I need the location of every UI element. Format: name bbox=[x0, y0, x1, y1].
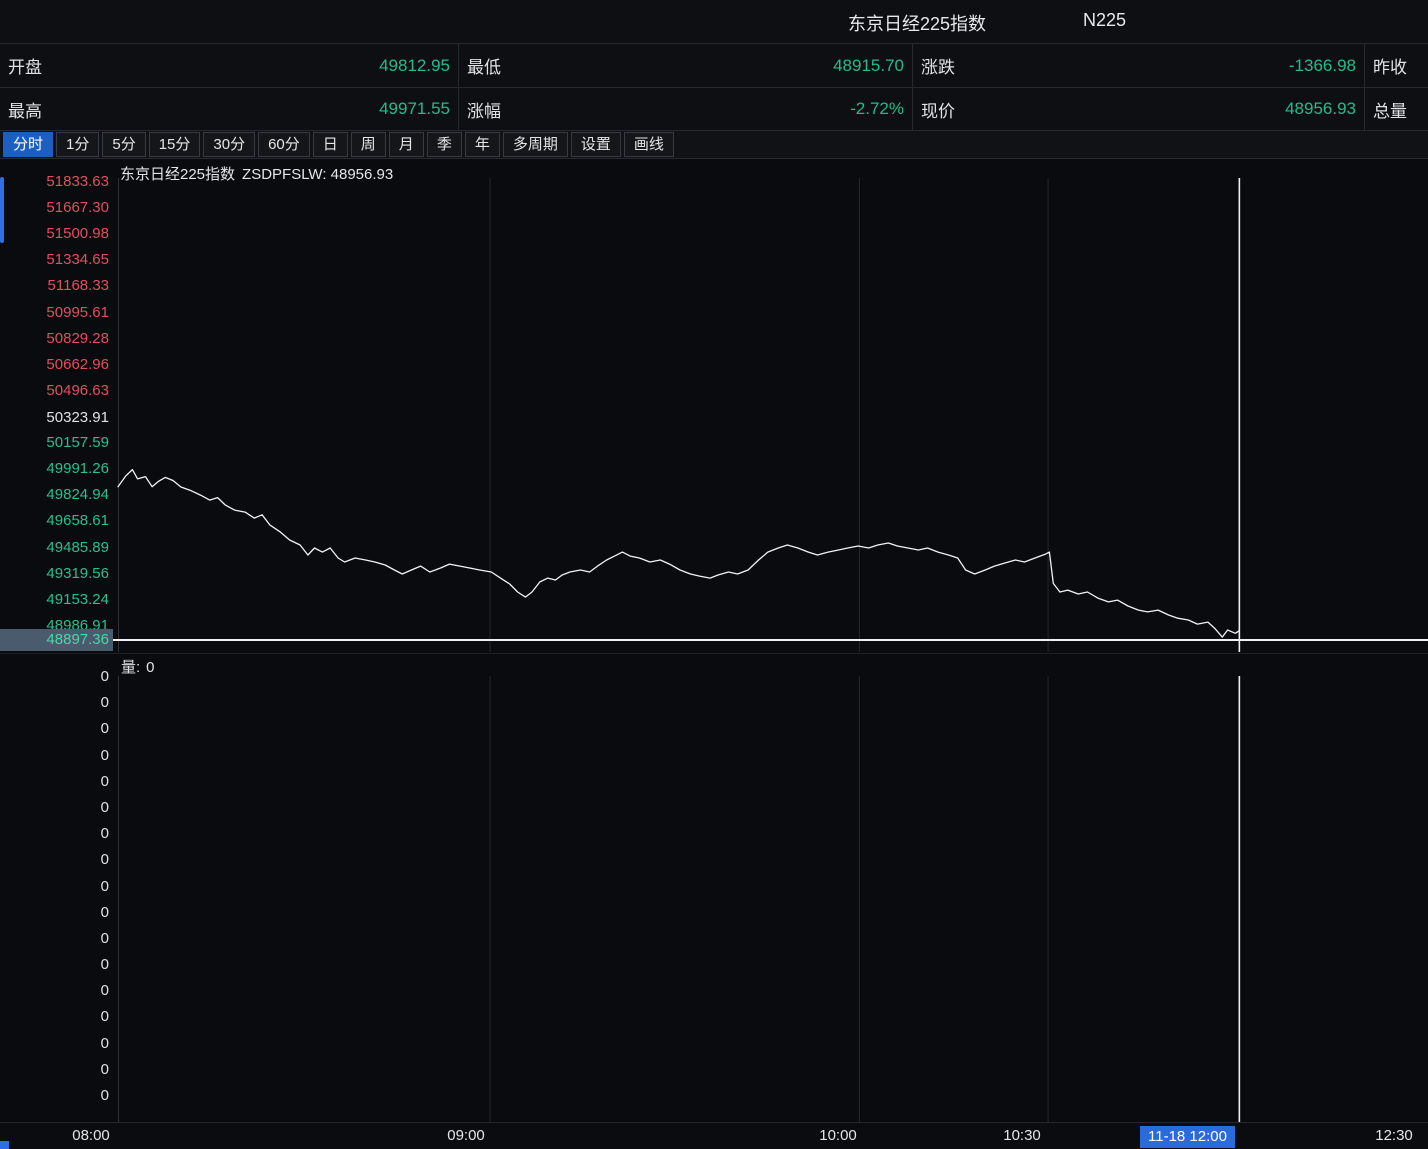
tab-multi-period[interactable]: 多周期 bbox=[503, 132, 568, 157]
x-label-1000: 10:00 bbox=[819, 1127, 857, 1144]
tab-15min[interactable]: 15分 bbox=[149, 132, 201, 157]
quote-prev-close-cell: 昨收 bbox=[1364, 44, 1428, 88]
quote-prev-close-label: 昨收 bbox=[1373, 53, 1407, 78]
volume-header: 量: 0 bbox=[121, 656, 155, 677]
quote-change-value: -1366.98 bbox=[1289, 56, 1356, 76]
quote-open-value: 49812.95 bbox=[379, 56, 450, 76]
x-label-0900: 09:00 bbox=[447, 1127, 485, 1144]
scrollbar-corner[interactable] bbox=[0, 1141, 9, 1149]
price-axis-label: 49319.56 bbox=[0, 564, 109, 584]
tab-60min[interactable]: 60分 bbox=[258, 132, 310, 157]
quote-open-label: 开盘 bbox=[8, 53, 42, 78]
volume-axis-label: 0 bbox=[0, 824, 109, 844]
crosshair-time-tag: 11-18 12:00 bbox=[1140, 1126, 1235, 1148]
volume-axis-label: 0 bbox=[0, 850, 109, 870]
trading-app-window: 东京日经225指数 N225 开盘 49812.95 最低 48915.70 涨… bbox=[0, 0, 1428, 1149]
quote-change-percent-value: -2.72% bbox=[850, 99, 904, 119]
price-axis-label: 49658.61 bbox=[0, 511, 109, 531]
tab-quarter[interactable]: 季 bbox=[427, 132, 462, 157]
quote-change-label: 涨跌 bbox=[921, 53, 955, 78]
price-axis-label: 49824.94 bbox=[0, 485, 109, 505]
quote-last-price-label: 现价 bbox=[921, 97, 955, 122]
volume-chart[interactable] bbox=[118, 676, 1428, 1122]
quote-last-price-cell: 现价 48956.93 bbox=[912, 88, 1364, 131]
volume-axis-label: 0 bbox=[0, 877, 109, 897]
volume-axis-label: 0 bbox=[0, 981, 109, 1001]
price-axis-label: 51667.30 bbox=[0, 198, 109, 218]
price-axis-label: 50995.61 bbox=[0, 303, 109, 323]
quote-high-value: 49971.55 bbox=[379, 99, 450, 119]
price-line bbox=[118, 470, 1239, 637]
tab-month[interactable]: 月 bbox=[389, 132, 424, 157]
quote-total-volume-label: 总量 bbox=[1373, 97, 1407, 122]
index-name-title: 东京日经225指数 bbox=[848, 10, 986, 36]
index-symbol: N225 bbox=[1083, 10, 1126, 31]
crosshair-price-tag: 48897.36 bbox=[0, 629, 113, 651]
quote-change-percent-cell: 涨幅 -2.72% bbox=[458, 88, 912, 131]
price-axis-label: 50662.96 bbox=[0, 355, 109, 375]
quote-low-value: 48915.70 bbox=[833, 56, 904, 76]
volume-axis-label: 0 bbox=[0, 719, 109, 739]
volume-axis-label: 0 bbox=[0, 929, 109, 949]
volume-axis-label: 0 bbox=[0, 772, 109, 792]
quote-last-price-value: 48956.93 bbox=[1285, 99, 1356, 119]
x-label-0800: 08:00 bbox=[72, 1127, 110, 1144]
time-axis-divider bbox=[0, 1122, 1428, 1123]
price-axis-label: 49153.24 bbox=[0, 590, 109, 610]
period-tabbar: 分时 1分 5分 15分 30分 60分 日 周 月 季 年 多周期 设置 画线 bbox=[0, 131, 1428, 159]
volume-axis-label: 0 bbox=[0, 1086, 109, 1106]
scrollbar-thumb[interactable] bbox=[0, 177, 4, 243]
volume-axis-label: 0 bbox=[0, 1034, 109, 1054]
price-axis-label: 51500.98 bbox=[0, 224, 109, 244]
volume-axis-label: 0 bbox=[0, 746, 109, 766]
tab-1min[interactable]: 1分 bbox=[56, 132, 99, 157]
volume-value: 0 bbox=[146, 659, 154, 676]
quote-change-percent-label: 涨幅 bbox=[467, 97, 501, 122]
tab-week[interactable]: 周 bbox=[351, 132, 386, 157]
volume-axis-label: 0 bbox=[0, 693, 109, 713]
x-label-1230: 12:30 bbox=[1375, 1127, 1413, 1144]
price-axis-label: 51168.33 bbox=[0, 276, 109, 296]
price-chart[interactable] bbox=[118, 178, 1428, 652]
header-bar: 东京日经225指数 N225 bbox=[0, 0, 1428, 44]
volume-axis-label: 0 bbox=[0, 798, 109, 818]
volume-axis-label: 0 bbox=[0, 1060, 109, 1080]
price-axis-label: 51833.63 bbox=[0, 172, 109, 192]
volume-axis-label: 0 bbox=[0, 955, 109, 975]
price-axis-label: 50829.28 bbox=[0, 329, 109, 349]
price-axis-label: 50157.59 bbox=[0, 433, 109, 453]
volume-axis-label: 0 bbox=[0, 903, 109, 923]
crosshair-horizontal-line bbox=[0, 639, 1428, 641]
price-axis-label: 50323.91 bbox=[0, 408, 109, 428]
volume-axis-label: 0 bbox=[0, 1007, 109, 1027]
price-axis-label: 49991.26 bbox=[0, 459, 109, 479]
quote-change-cell: 涨跌 -1366.98 bbox=[912, 44, 1364, 88]
tab-day[interactable]: 日 bbox=[313, 132, 348, 157]
volume-pane-divider bbox=[0, 653, 1428, 654]
quote-open-cell: 开盘 49812.95 bbox=[0, 44, 458, 88]
quote-low-cell: 最低 48915.70 bbox=[458, 44, 912, 88]
quote-high-cell: 最高 49971.55 bbox=[0, 88, 458, 131]
tab-year[interactable]: 年 bbox=[465, 132, 500, 157]
volume-axis-label: 0 bbox=[0, 667, 109, 687]
price-axis-label: 49485.89 bbox=[0, 538, 109, 558]
price-axis-label: 50496.63 bbox=[0, 381, 109, 401]
tab-30min[interactable]: 30分 bbox=[203, 132, 255, 157]
tab-timeline[interactable]: 分时 bbox=[3, 132, 53, 157]
tab-settings[interactable]: 设置 bbox=[571, 132, 621, 157]
tab-5min[interactable]: 5分 bbox=[102, 132, 145, 157]
x-label-1030: 10:30 bbox=[1003, 1127, 1041, 1144]
quote-total-volume-cell: 总量 bbox=[1364, 88, 1428, 131]
quote-high-label: 最高 bbox=[8, 97, 42, 122]
volume-label: 量: bbox=[121, 659, 140, 676]
quote-low-label: 最低 bbox=[467, 53, 501, 78]
price-axis-label: 51334.65 bbox=[0, 250, 109, 270]
tab-draw-line[interactable]: 画线 bbox=[624, 132, 674, 157]
